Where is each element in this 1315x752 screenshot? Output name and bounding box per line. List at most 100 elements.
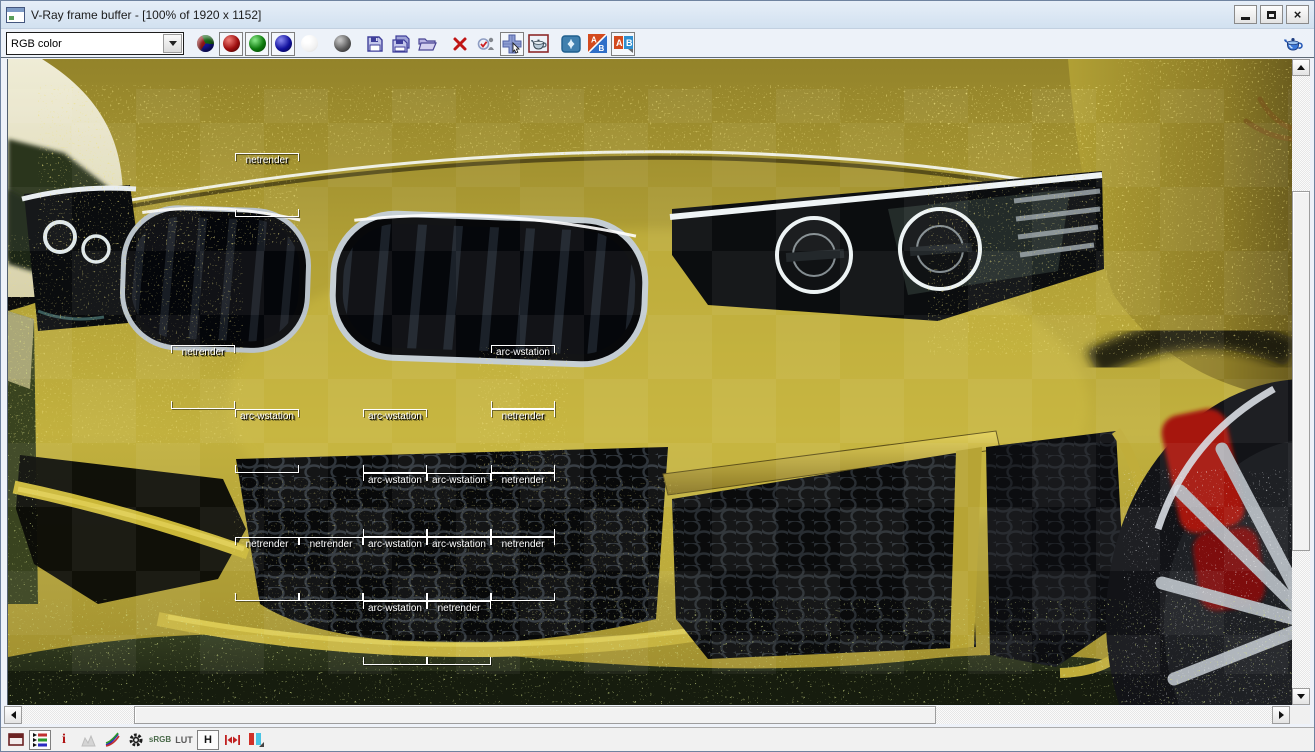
arrow-up-icon bbox=[1297, 65, 1305, 70]
scroll-down-button[interactable] bbox=[1292, 688, 1310, 705]
rgb-channels-sphere-button[interactable] bbox=[193, 32, 217, 56]
window-title: V-Ray frame buffer - [100% of 1920 x 115… bbox=[31, 7, 262, 22]
horizontal-scroll-thumb[interactable] bbox=[134, 706, 936, 724]
horizontal-scrollbar[interactable] bbox=[4, 706, 1290, 724]
rgb-sphere-icon bbox=[196, 35, 214, 52]
clear-x-icon bbox=[453, 37, 467, 50]
render-bucket: arc-wstation bbox=[363, 537, 427, 601]
maximize-button[interactable] bbox=[1260, 5, 1283, 24]
render-bucket: arc-wstation bbox=[363, 409, 427, 473]
bucket-host-label: netrender bbox=[245, 539, 289, 550]
bucket-host-label: arc-wstation bbox=[368, 539, 422, 550]
bucket-host-label: netrender bbox=[181, 347, 225, 358]
blue-sphere-icon bbox=[274, 35, 292, 52]
bucket-host-label: netrender bbox=[501, 411, 545, 422]
color-curves-button[interactable] bbox=[101, 730, 123, 750]
arrow-down-icon bbox=[1297, 694, 1305, 699]
title-bar[interactable]: V-Ray frame buffer - [100% of 1920 x 115… bbox=[1, 1, 1314, 29]
clear-image-button[interactable] bbox=[448, 32, 472, 56]
render-bucket: netrender bbox=[491, 473, 555, 537]
save-channels-floppies-icon bbox=[392, 34, 410, 53]
double-arrow-icon bbox=[224, 734, 240, 745]
scroll-left-button[interactable] bbox=[4, 706, 22, 724]
gear-icon bbox=[129, 733, 143, 746]
vray-frame-buffer-window: V-Ray frame buffer - [100% of 1920 x 115… bbox=[0, 0, 1315, 752]
mono-sphere-icon bbox=[333, 35, 351, 52]
render-bucket: netrender bbox=[299, 537, 363, 601]
svg-text:A: A bbox=[616, 38, 623, 48]
color-corrections-levels-icon bbox=[33, 733, 47, 747]
region-render-teapot-icon bbox=[527, 34, 549, 53]
render-bucket: arc-wstation bbox=[363, 601, 427, 665]
minimize-icon bbox=[1241, 17, 1250, 20]
h-toggle-icon: H bbox=[204, 733, 212, 746]
bucket-host-label: arc-wstation bbox=[432, 539, 486, 550]
correction-gear-button[interactable] bbox=[125, 730, 147, 750]
vertical-scroll-thumb[interactable] bbox=[1292, 191, 1310, 551]
save-all-image-channels-button[interactable] bbox=[389, 32, 413, 56]
svg-text:A: A bbox=[591, 36, 597, 45]
histogram-button[interactable] bbox=[77, 730, 99, 750]
ab-compare-horizontal-button[interactable]: A B bbox=[611, 31, 635, 56]
render-bucket: netrender bbox=[235, 537, 299, 601]
pixel-information-button[interactable]: i bbox=[53, 730, 75, 750]
minimize-button[interactable] bbox=[1234, 5, 1257, 24]
render-bucket: arc-wstation bbox=[235, 409, 299, 473]
h-toggle-button[interactable]: H bbox=[197, 729, 219, 750]
scrollbar-corner bbox=[1290, 706, 1310, 724]
render-bucket: netrender bbox=[235, 153, 299, 217]
compare-bars-icon bbox=[249, 733, 264, 747]
histogram-icon bbox=[80, 734, 96, 746]
render-bucket: arc-wstation bbox=[363, 473, 427, 537]
render-bucket: netrender bbox=[427, 601, 491, 665]
track-mouse-while-rendering-button[interactable] bbox=[500, 31, 524, 56]
app-window-icon bbox=[6, 6, 25, 23]
region-render-teapot-button[interactable] bbox=[526, 32, 550, 56]
red-channel-button[interactable] bbox=[219, 31, 243, 56]
person-check-button[interactable] bbox=[474, 32, 498, 56]
monochromatic-channel-button[interactable] bbox=[330, 32, 354, 56]
alpha-channel-button[interactable] bbox=[297, 32, 321, 56]
blue-channel-button[interactable] bbox=[271, 31, 295, 56]
ab-compare-diagonal-button[interactable]: A B bbox=[585, 32, 609, 56]
green-sphere-icon bbox=[248, 35, 266, 52]
render-teapot-button[interactable] bbox=[1281, 32, 1305, 56]
compare-split-bars-button[interactable] bbox=[245, 730, 267, 750]
vertical-scrollbar[interactable] bbox=[1292, 59, 1310, 705]
load-image-button[interactable] bbox=[415, 32, 439, 56]
lut-toggle-button[interactable]: LUT bbox=[173, 730, 195, 750]
bucket-host-label: netrender bbox=[437, 603, 481, 614]
render-bucket: arc-wstation bbox=[491, 345, 555, 409]
srgb-toggle-button[interactable]: sRGB bbox=[149, 730, 171, 750]
save-image-button[interactable] bbox=[363, 32, 387, 56]
render-bucket: arc-wstation bbox=[427, 537, 491, 601]
green-channel-button[interactable] bbox=[245, 31, 269, 56]
vfb-window-button[interactable] bbox=[5, 730, 27, 750]
scroll-up-button[interactable] bbox=[1292, 59, 1310, 76]
track-mouse-cursor-icon bbox=[502, 34, 522, 54]
channel-dropdown[interactable]: RGB color bbox=[6, 32, 184, 55]
save-floppy-icon bbox=[367, 35, 383, 52]
show-color-corrections-button[interactable] bbox=[29, 729, 51, 750]
svg-text:B: B bbox=[598, 44, 604, 53]
bucket-host-label: arc-wstation bbox=[496, 347, 550, 358]
render-bucket: arc-wstation bbox=[427, 473, 491, 537]
bucket-host-label: arc-wstation bbox=[368, 603, 422, 614]
chevron-down-icon[interactable] bbox=[163, 34, 182, 53]
render-teapot-icon bbox=[1284, 37, 1303, 51]
bucket-host-label: netrender bbox=[309, 539, 353, 550]
stereo-compare-button[interactable] bbox=[559, 32, 583, 56]
bucket-host-label: arc-wstation bbox=[368, 411, 422, 422]
render-bucket: netrender bbox=[491, 409, 555, 473]
bottom-toolbar: i sRGB LUT H bbox=[1, 727, 1314, 751]
ab-horizontal-icon: A B bbox=[613, 36, 633, 53]
alpha-sphere-icon bbox=[300, 35, 318, 52]
red-sphere-icon bbox=[222, 35, 240, 52]
bucket-host-label: netrender bbox=[501, 475, 545, 486]
scroll-right-button[interactable] bbox=[1272, 706, 1290, 724]
bucket-layer: netrender netrender arc-wstation arc-wstati… bbox=[8, 59, 1292, 705]
force-range-arrows-button[interactable] bbox=[221, 730, 243, 750]
svg-text:B: B bbox=[626, 38, 633, 48]
stereo-compare-icon bbox=[561, 34, 581, 53]
close-button[interactable]: × bbox=[1286, 5, 1309, 24]
